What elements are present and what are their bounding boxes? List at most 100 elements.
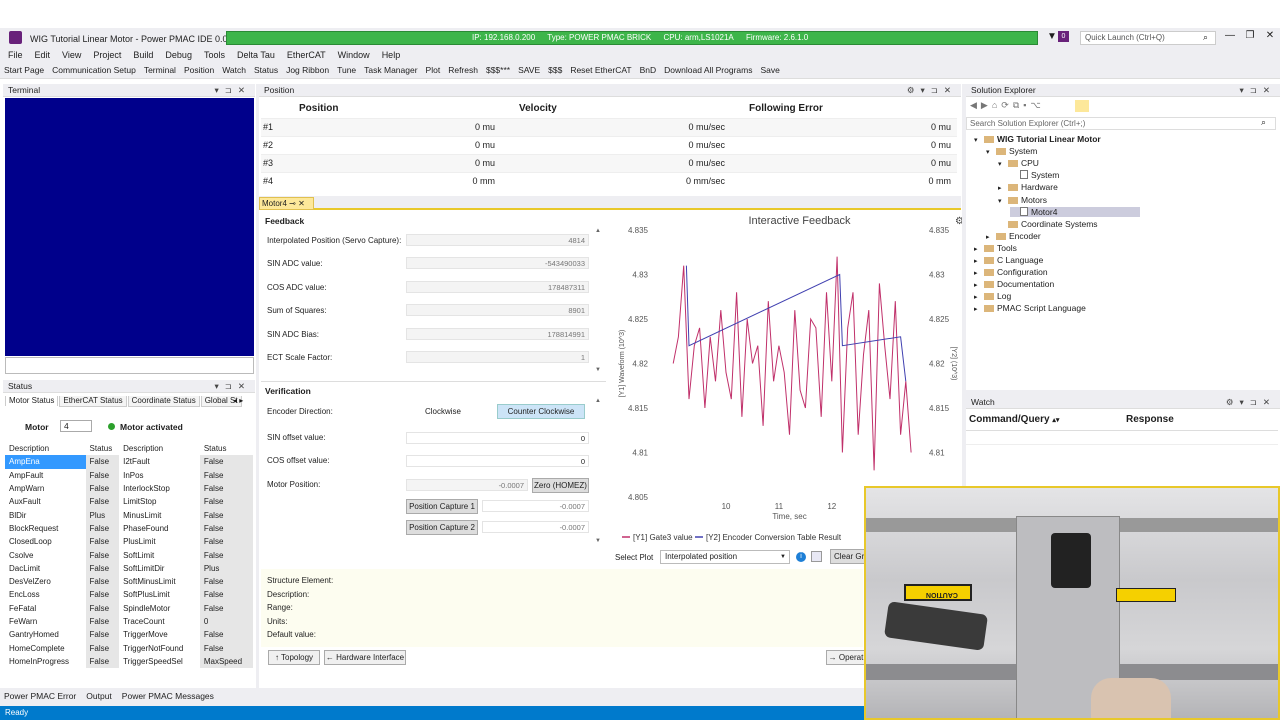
table-row[interactable]: HomeInProgress False TriggerSpeedSel MaxSpe…	[5, 654, 253, 669]
clear-graph-button[interactable]: Clear Gr	[830, 549, 866, 564]
tree-expander-icon[interactable]: ▸	[974, 257, 984, 265]
tree-expander-icon[interactable]: ▸	[998, 184, 1008, 192]
panel-controls[interactable]: ▾⊐✕	[214, 380, 251, 393]
bnd-button[interactable]: BnD	[640, 65, 657, 75]
reset-cmd-button[interactable]: $$$	[548, 65, 562, 75]
menu-tools[interactable]: Tools	[204, 50, 225, 60]
select-plot-dropdown[interactable]: Interpolated position ▼	[660, 550, 790, 564]
close-button[interactable]: ✕	[1260, 30, 1280, 41]
clockwise-button[interactable]: Clockwise	[425, 407, 461, 416]
save-cmd-button[interactable]: SAVE	[518, 65, 540, 75]
filter-icon[interactable]: ▼	[1047, 31, 1057, 42]
counter-clockwise-button[interactable]: Counter Clockwise	[497, 404, 585, 419]
tree-expander-icon[interactable]: ▾	[986, 148, 996, 156]
tree-item[interactable]: ▸ Encoder	[986, 231, 1041, 241]
table-row[interactable]: GantryHomed False TriggerMove False	[5, 628, 253, 642]
notification-badge[interactable]: 0	[1058, 31, 1069, 42]
tree-item[interactable]: ▸ Log	[974, 291, 1011, 301]
tree-expander-icon[interactable]: ▸	[986, 233, 996, 241]
tree-item[interactable]: ▾ System	[986, 146, 1037, 156]
menu-ethercat[interactable]: EtherCAT	[287, 50, 326, 60]
tab-coordinate-status[interactable]: Coordinate Status	[127, 396, 200, 407]
watch-empty-row[interactable]	[966, 444, 1278, 445]
panel-controls[interactable]: ⚙▾⊐✕	[1226, 396, 1276, 409]
tree-expander-icon[interactable]: ▸	[974, 245, 984, 253]
tab-power-pmac-messages[interactable]: Power PMAC Messages	[122, 691, 214, 701]
search-icon[interactable]: ⌕	[1203, 32, 1208, 43]
operate-button[interactable]: → Operat	[826, 650, 866, 665]
scroll-up-icon[interactable]: ▲	[595, 228, 601, 234]
vertical-splitter[interactable]	[962, 84, 966, 486]
save-all-cmd-button[interactable]: $$$***	[486, 65, 510, 75]
tree-item[interactable]: ▸ Hardware	[998, 182, 1058, 192]
tab-scroll-arrows[interactable]: ◂ ▸	[233, 396, 243, 405]
pin-icon[interactable]: ⊸	[289, 199, 296, 208]
tune-button[interactable]: Tune	[337, 65, 356, 75]
table-row[interactable]: BlockRequest False PhaseFound False	[5, 521, 253, 536]
reset-ethercat-button[interactable]: Reset EtherCAT	[570, 65, 631, 75]
table-row[interactable]: FeWarn False TraceCount 0	[5, 614, 253, 629]
refresh-button[interactable]: Refresh	[448, 65, 478, 75]
topology-button[interactable]: ↑ Topology	[268, 650, 320, 665]
tab-power-pmac-error[interactable]: Power PMAC Error	[4, 691, 76, 701]
table-row[interactable]: AmpWarn False InterlockStop False	[5, 481, 253, 496]
table-row[interactable]: EncLoss False SoftPlusLimit False	[5, 588, 253, 602]
terminal-output[interactable]	[5, 98, 254, 356]
scroll-down-icon[interactable]: ▼	[595, 367, 601, 373]
table-row[interactable]: DesVelZero False SoftMinusLimit False	[5, 574, 253, 589]
table-row[interactable]: AmpEna False I2tFault False	[5, 455, 253, 469]
tree-item[interactable]: Coordinate Systems	[998, 219, 1098, 229]
watch-button[interactable]: Watch	[222, 65, 246, 75]
table-row[interactable]: ClosedLoop False PlusLimit False	[5, 535, 253, 549]
tree-item[interactable]: ▸ PMAC Script Language	[974, 303, 1086, 313]
table-row[interactable]: AmpFault False InPos False	[5, 468, 253, 482]
position-button[interactable]: Position	[184, 65, 214, 75]
table-row[interactable]: Csolve False SoftLimit False	[5, 548, 253, 562]
menu-file[interactable]: File	[8, 50, 23, 60]
panel-controls[interactable]: ▾⊐✕	[1239, 84, 1276, 97]
menu-project[interactable]: Project	[93, 50, 121, 60]
table-row[interactable]: BlDir Plus MinusLimit False	[5, 508, 253, 522]
tree-item[interactable]: ▾ CPU	[998, 158, 1039, 168]
menu-help[interactable]: Help	[382, 50, 401, 60]
sin-offset-input[interactable]: 0	[406, 432, 589, 444]
cos-offset-input[interactable]: 0	[406, 455, 589, 467]
col-command-query[interactable]: Command/Query ▴▾	[969, 414, 1059, 425]
tree-item[interactable]: ▸ C Language	[974, 255, 1043, 265]
tab-motor4[interactable]: Motor4 ⊸ ✕	[259, 197, 314, 210]
plot-button[interactable]: Plot	[426, 65, 441, 75]
tree-item[interactable]: ▸ Documentation	[974, 279, 1054, 289]
comm-setup-button[interactable]: Communication Setup	[52, 65, 136, 75]
scroll-down-icon[interactable]: ▼	[595, 538, 601, 544]
table-row[interactable]: FeFatal False SpindleMotor False	[5, 601, 253, 615]
scroll-up-icon[interactable]: ▲	[595, 398, 601, 404]
tree-item[interactable]: ▾ Motors	[998, 195, 1047, 205]
search-icon[interactable]: ⌕	[1261, 117, 1266, 128]
tab-ethercat-status[interactable]: EtherCAT Status	[59, 396, 127, 407]
terminal-button[interactable]: Terminal	[144, 65, 176, 75]
solution-toolbar[interactable]: ◀▶⌂⟳⧉▪⌥	[970, 100, 1045, 111]
menu-debug[interactable]: Debug	[165, 50, 192, 60]
menu-window[interactable]: Window	[338, 50, 370, 60]
table-row[interactable]: DacLimit False SoftLimitDir Plus	[5, 561, 253, 575]
tree-item[interactable]: System	[1010, 170, 1059, 180]
tree-item[interactable]: ▸ Configuration	[974, 267, 1048, 277]
table-row[interactable]: AuxFault False LimitStop False	[5, 495, 253, 509]
pin-icon[interactable]	[1075, 100, 1089, 112]
tree-item[interactable]: ▸ Tools	[974, 243, 1017, 253]
start-page-button[interactable]: Start Page	[4, 65, 44, 75]
info-icon[interactable]: i	[796, 552, 806, 562]
hardware-interface-button[interactable]: ← Hardware Interface	[324, 650, 406, 665]
tree-item[interactable]: Motor4	[1010, 206, 1140, 217]
tree-expander-icon[interactable]: ▸	[974, 281, 984, 289]
close-tab-icon[interactable]: ✕	[298, 199, 305, 208]
tree-expander-icon[interactable]: ▾	[974, 136, 984, 144]
tree-expander-icon[interactable]: ▸	[974, 293, 984, 301]
tab-motor-status[interactable]: Motor Status	[5, 396, 59, 406]
quick-launch-input[interactable]: Quick Launch (Ctrl+Q)	[1080, 31, 1216, 45]
solution-search-input[interactable]: Search Solution Explorer (Ctrl+;)	[966, 117, 1276, 130]
motor-number-spinner[interactable]: 4	[60, 420, 92, 432]
menu-delta-tau[interactable]: Delta Tau	[237, 50, 275, 60]
tab-output[interactable]: Output	[86, 691, 112, 701]
horizontal-splitter[interactable]	[966, 390, 1280, 396]
